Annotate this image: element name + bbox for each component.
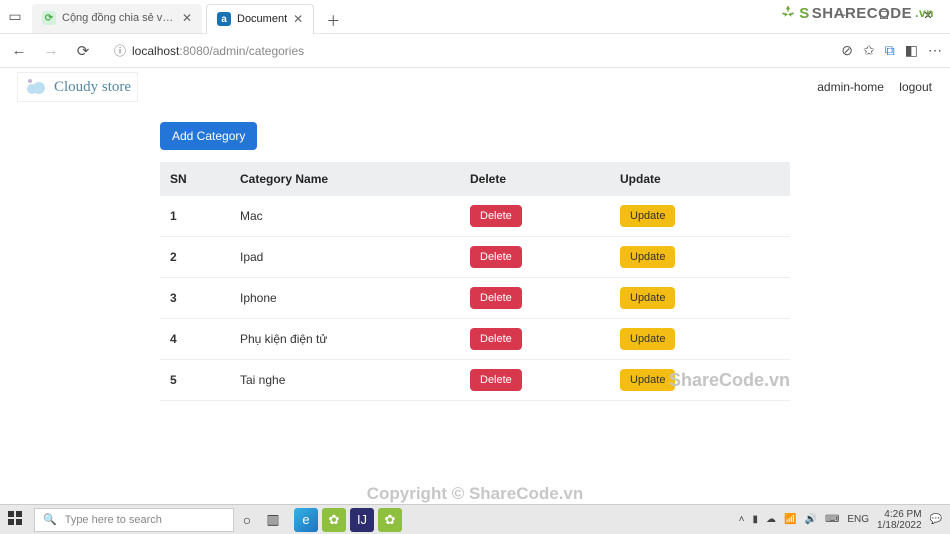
recycle-icon: [779, 4, 797, 22]
logo-text: Cloudy store: [54, 79, 131, 96]
update-button[interactable]: Update: [620, 246, 675, 268]
close-icon[interactable]: ✕: [182, 11, 192, 25]
logout-link[interactable]: logout: [899, 80, 932, 94]
cell-sn: 5: [160, 360, 230, 401]
cortana-button[interactable]: ○: [234, 512, 260, 528]
col-sn: SN: [160, 162, 230, 196]
favicon-icon: ⟳: [42, 11, 56, 25]
top-nav: admin-home logout: [805, 80, 932, 94]
search-icon: 🔍: [43, 513, 57, 526]
categories-table: SN Category Name Delete Update 1MacDelet…: [160, 162, 790, 401]
tab-list-button[interactable]: ▭: [2, 4, 28, 30]
taskbar-apps: e ✿ IJ ✿: [294, 508, 402, 532]
url-port: :8080: [179, 44, 209, 58]
info-icon: ⓘ: [114, 42, 126, 59]
profile-button[interactable]: ◧: [905, 42, 918, 59]
admin-home-link[interactable]: admin-home: [817, 80, 884, 94]
favorites-button[interactable]: ✩: [863, 42, 875, 59]
table-row: 4Phụ kiện điện tử Delete Update: [160, 319, 790, 360]
delete-button[interactable]: Delete: [470, 328, 522, 350]
tray-chevron-icon[interactable]: ˄: [739, 514, 745, 525]
cell-sn: 1: [160, 196, 230, 237]
delete-button[interactable]: Delete: [470, 369, 522, 391]
tab-document[interactable]: a Document ✕: [206, 4, 314, 34]
col-name: Category Name: [230, 162, 460, 196]
delete-button[interactable]: Delete: [470, 246, 522, 268]
delete-button[interactable]: Delete: [470, 205, 522, 227]
update-button[interactable]: Update: [620, 287, 675, 309]
tab-label: Document: [237, 13, 287, 25]
forward-button[interactable]: →: [40, 42, 62, 59]
watermark-bottom: Copyright © ShareCode.vn: [367, 484, 584, 504]
cell-sn: 2: [160, 237, 230, 278]
url-path: /admin/categories: [209, 44, 304, 58]
tray-battery-icon[interactable]: ▮: [753, 514, 759, 525]
search-placeholder: Type here to search: [65, 514, 162, 526]
watermark-suffix: .vn: [915, 6, 934, 20]
tray-wifi-icon[interactable]: 📶: [784, 514, 796, 525]
cell-name: Ipad: [230, 237, 460, 278]
clock-time: 4:26 PM: [877, 509, 922, 520]
cell-sn: 3: [160, 278, 230, 319]
update-button[interactable]: Update: [620, 369, 675, 391]
watermark-brand: SSHARECODE.vn: [779, 4, 934, 22]
task-view-button[interactable]: ▥: [260, 511, 286, 528]
delete-button[interactable]: Delete: [470, 287, 522, 309]
col-update: Update: [610, 162, 790, 196]
watermark-text: SHARECODE: [812, 5, 912, 22]
cloud-icon: [24, 75, 48, 99]
app-spring-1[interactable]: ✿: [322, 508, 346, 532]
read-aloud-button[interactable]: ⊘: [841, 42, 853, 59]
cell-name: Phụ kiện điện tử: [230, 319, 460, 360]
menu-button[interactable]: ⋯: [928, 42, 942, 59]
cell-name: Tai nghe: [230, 360, 460, 401]
table-row: 2Ipad Delete Update: [160, 237, 790, 278]
start-button[interactable]: [0, 511, 30, 528]
notifications-button[interactable]: 💬: [930, 514, 942, 525]
app-spring-2[interactable]: ✿: [378, 508, 402, 532]
add-category-button[interactable]: Add Category: [160, 122, 257, 150]
tab-label: Cộng đồng chia sẻ và download: [62, 12, 176, 24]
tray-keyboard-icon[interactable]: ⌨: [825, 514, 839, 525]
tray-onedrive-icon[interactable]: ☁: [766, 514, 776, 525]
site-logo[interactable]: Cloudy store: [18, 73, 137, 101]
system-tray: ˄ ▮ ☁ 📶 🔊 ⌨ ENG 4:26 PM 1/18/2022 💬: [739, 509, 950, 531]
back-button[interactable]: ←: [8, 42, 30, 59]
refresh-button[interactable]: ⟳: [72, 42, 94, 60]
table-row: 1Mac Delete Update: [160, 196, 790, 237]
tray-lang[interactable]: ENG: [847, 514, 869, 525]
cell-sn: 4: [160, 319, 230, 360]
browser-tabs: ⟳ Cộng đồng chia sẻ và download ✕ a Docu…: [32, 0, 346, 34]
cell-name: Mac: [230, 196, 460, 237]
col-delete: Delete: [460, 162, 610, 196]
cell-name: Iphone: [230, 278, 460, 319]
tray-volume-icon[interactable]: 🔊: [804, 514, 816, 525]
close-icon[interactable]: ✕: [293, 12, 303, 26]
collections-button[interactable]: ⧉: [885, 42, 895, 59]
app-intellij[interactable]: IJ: [350, 508, 374, 532]
taskbar-clock[interactable]: 4:26 PM 1/18/2022: [877, 509, 922, 531]
favicon-icon: a: [217, 12, 231, 26]
url-host: localhost: [132, 44, 179, 58]
new-tab-button[interactable]: ＋: [320, 8, 346, 34]
tab-sharecode[interactable]: ⟳ Cộng đồng chia sẻ và download ✕: [32, 4, 202, 34]
app-edge[interactable]: e: [294, 508, 318, 532]
windows-icon: [8, 511, 22, 525]
address-bar[interactable]: ⓘ localhost:8080/admin/categories: [104, 38, 831, 64]
table-row: 3Iphone Delete Update: [160, 278, 790, 319]
watermark-middle: ShareCode.vn: [669, 370, 790, 391]
clock-date: 1/18/2022: [877, 520, 922, 531]
update-button[interactable]: Update: [620, 205, 675, 227]
update-button[interactable]: Update: [620, 328, 675, 350]
taskbar-search[interactable]: 🔍 Type here to search: [34, 508, 234, 532]
